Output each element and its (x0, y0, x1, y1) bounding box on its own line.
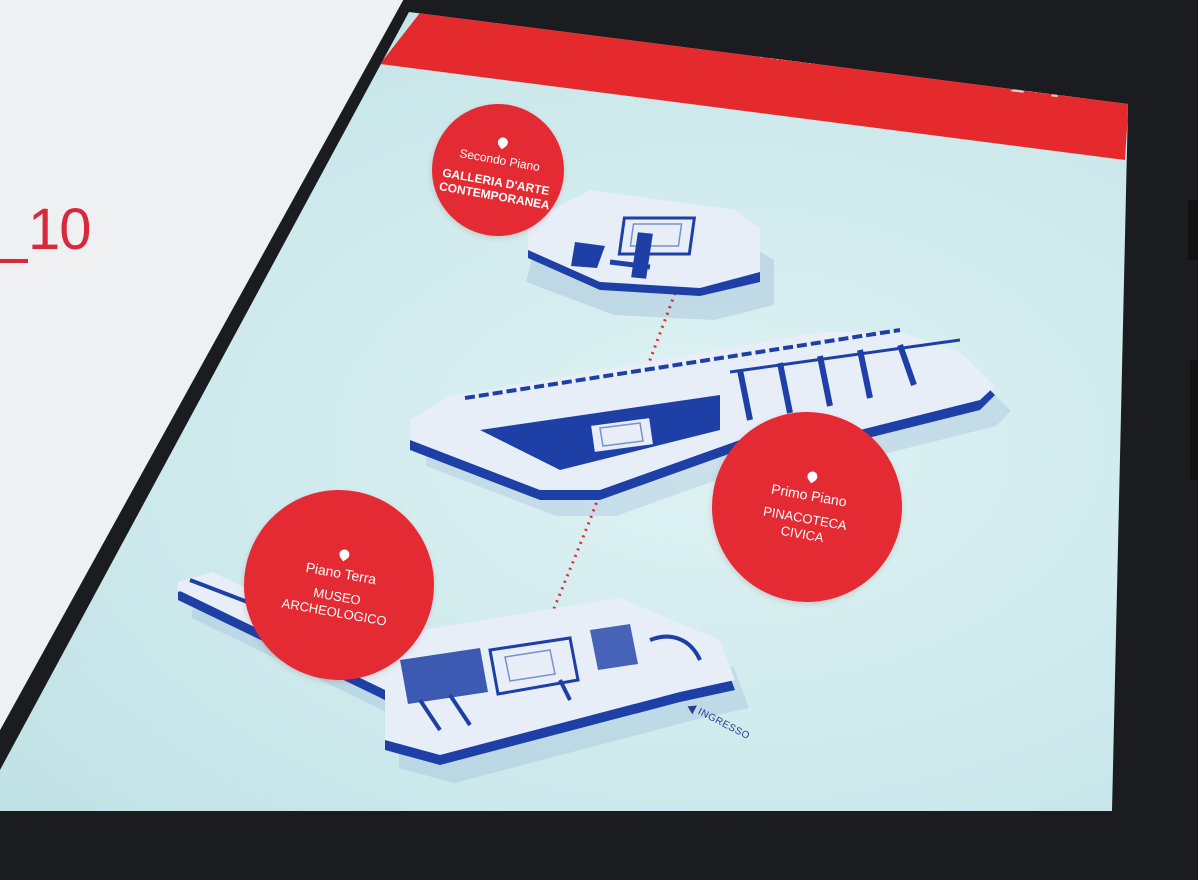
map-pin-icon (495, 135, 510, 150)
map-pin-icon (805, 469, 820, 484)
collection-name: MUSEO ARCHEOLOGICO (280, 585, 388, 629)
map-pin-icon (337, 547, 352, 562)
floor-label: Piano Terra (304, 559, 378, 588)
page-number-bar (0, 259, 28, 263)
page-number-text: 10 (28, 197, 92, 262)
floor-plan-first[interactable] (410, 328, 1011, 516)
volume-button (1188, 200, 1198, 260)
floor-plan-second[interactable] (526, 190, 774, 320)
power-button (1190, 360, 1198, 480)
floor-label: Primo Piano (770, 481, 848, 511)
